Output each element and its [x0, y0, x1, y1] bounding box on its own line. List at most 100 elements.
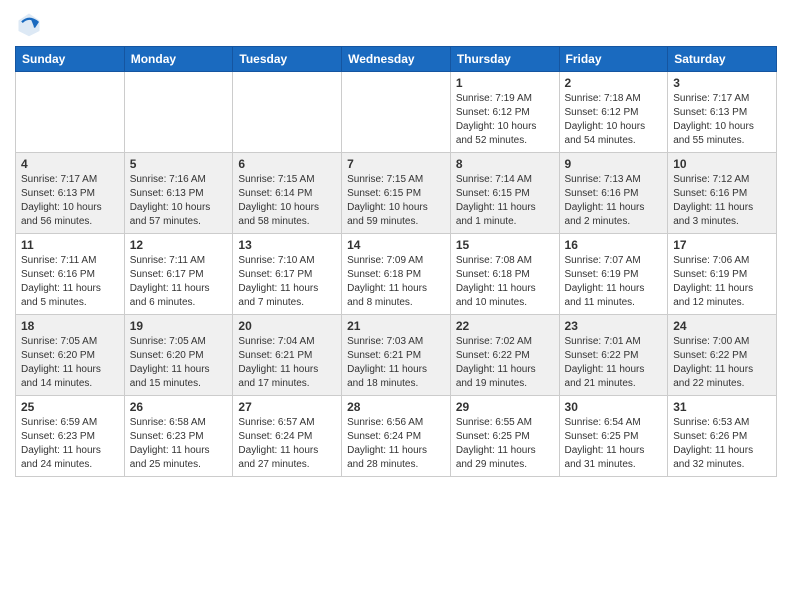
calendar-cell: 19 Sunrise: 7:05 AM Sunset: 6:20 PM Dayli…: [124, 315, 233, 396]
calendar-cell: 10 Sunrise: 7:12 AM Sunset: 6:16 PM Dayli…: [668, 153, 777, 234]
day-info: Sunrise: 7:05 AM Sunset: 6:20 PM Dayligh…: [21, 335, 119, 391]
day-info: Sunrise: 7:04 AM Sunset: 6:21 PM Dayligh…: [238, 335, 336, 391]
calendar-cell: 23Sunrise: 7:01 AM Sunset: 6:22 PM Dayli…: [559, 315, 668, 396]
day-info: Sunrise: 7:02 AM Sunset: 6:22 PM Dayligh…: [456, 335, 554, 391]
calendar-cell: 8 Sunrise: 7:14 AM Sunset: 6:15 PM Daylig…: [450, 153, 559, 234]
header: [15, 10, 777, 38]
day-number: 5: [130, 157, 228, 171]
day-number: 23: [565, 319, 663, 333]
calendar-cell: 21 Sunrise: 7:03 AM Sunset: 6:21 PM Dayli…: [342, 315, 451, 396]
logo: [15, 10, 47, 38]
day-info: Sunrise: 7:09 AM Sunset: 6:18 PM Dayligh…: [347, 254, 445, 310]
day-info: Sunrise: 7:10 AM Sunset: 6:17 PM Dayligh…: [238, 254, 336, 310]
calendar-cell: 13 Sunrise: 7:10 AM Sunset: 6:17 PM Dayli…: [233, 234, 342, 315]
calendar-header: SundayMondayTuesdayWednesdayThursdayFrid…: [16, 47, 777, 72]
day-info: Sunrise: 7:07 AM Sunset: 6:19 PM Dayligh…: [565, 254, 663, 310]
day-number: 24: [673, 319, 771, 333]
calendar-cell: 7Sunrise: 7:15 AM Sunset: 6:15 PM Daylig…: [342, 153, 451, 234]
week-row-1: 1 Sunrise: 7:19 AM Sunset: 6:12 PM Daylig…: [16, 72, 777, 153]
day-number: 12: [130, 238, 228, 252]
day-info: Sunrise: 7:05 AM Sunset: 6:20 PM Dayligh…: [130, 335, 228, 391]
day-number: 19: [130, 319, 228, 333]
calendar-cell: 16Sunrise: 7:07 AM Sunset: 6:19 PM Dayli…: [559, 234, 668, 315]
day-number: 17: [673, 238, 771, 252]
day-number: 8: [456, 157, 554, 171]
calendar-cell: 17 Sunrise: 7:06 AM Sunset: 6:19 PM Dayli…: [668, 234, 777, 315]
calendar-cell: 24 Sunrise: 7:00 AM Sunset: 6:22 PM Dayli…: [668, 315, 777, 396]
day-info: Sunrise: 6:55 AM Sunset: 6:25 PM Dayligh…: [456, 416, 554, 472]
day-number: 14: [347, 238, 445, 252]
day-number: 9: [565, 157, 663, 171]
day-header-friday: Friday: [559, 47, 668, 72]
day-header-saturday: Saturday: [668, 47, 777, 72]
calendar-cell: 18 Sunrise: 7:05 AM Sunset: 6:20 PM Dayli…: [16, 315, 125, 396]
day-number: 28: [347, 400, 445, 414]
day-info: Sunrise: 6:59 AM Sunset: 6:23 PM Dayligh…: [21, 416, 119, 472]
day-number: 30: [565, 400, 663, 414]
day-info: Sunrise: 7:15 AM Sunset: 6:15 PM Dayligh…: [347, 173, 445, 229]
day-number: 6: [238, 157, 336, 171]
calendar-cell: 28 Sunrise: 6:56 AM Sunset: 6:24 PM Dayli…: [342, 396, 451, 477]
day-number: 11: [21, 238, 119, 252]
calendar-cell: 6 Sunrise: 7:15 AM Sunset: 6:14 PM Daylig…: [233, 153, 342, 234]
day-number: 18: [21, 319, 119, 333]
day-number: 31: [673, 400, 771, 414]
day-info: Sunrise: 6:56 AM Sunset: 6:24 PM Dayligh…: [347, 416, 445, 472]
day-info: Sunrise: 7:13 AM Sunset: 6:16 PM Dayligh…: [565, 173, 663, 229]
calendar-cell: 2Sunrise: 7:18 AM Sunset: 6:12 PM Daylig…: [559, 72, 668, 153]
calendar-cell: [16, 72, 125, 153]
day-number: 3: [673, 76, 771, 90]
day-info: Sunrise: 7:03 AM Sunset: 6:21 PM Dayligh…: [347, 335, 445, 391]
calendar-cell: 5Sunrise: 7:16 AM Sunset: 6:13 PM Daylig…: [124, 153, 233, 234]
day-info: Sunrise: 7:11 AM Sunset: 6:16 PM Dayligh…: [21, 254, 119, 310]
day-header-sunday: Sunday: [16, 47, 125, 72]
calendar-cell: [124, 72, 233, 153]
calendar: SundayMondayTuesdayWednesdayThursdayFrid…: [15, 46, 777, 477]
day-info: Sunrise: 7:17 AM Sunset: 6:13 PM Dayligh…: [21, 173, 119, 229]
day-number: 27: [238, 400, 336, 414]
day-info: Sunrise: 7:17 AM Sunset: 6:13 PM Dayligh…: [673, 92, 771, 148]
day-number: 20: [238, 319, 336, 333]
day-header-monday: Monday: [124, 47, 233, 72]
day-info: Sunrise: 7:14 AM Sunset: 6:15 PM Dayligh…: [456, 173, 554, 229]
day-header-wednesday: Wednesday: [342, 47, 451, 72]
calendar-cell: 29 Sunrise: 6:55 AM Sunset: 6:25 PM Dayli…: [450, 396, 559, 477]
day-info: Sunrise: 6:53 AM Sunset: 6:26 PM Dayligh…: [673, 416, 771, 472]
day-info: Sunrise: 7:12 AM Sunset: 6:16 PM Dayligh…: [673, 173, 771, 229]
day-header-thursday: Thursday: [450, 47, 559, 72]
day-info: Sunrise: 7:19 AM Sunset: 6:12 PM Dayligh…: [456, 92, 554, 148]
calendar-cell: 26 Sunrise: 6:58 AM Sunset: 6:23 PM Dayli…: [124, 396, 233, 477]
day-info: Sunrise: 7:06 AM Sunset: 6:19 PM Dayligh…: [673, 254, 771, 310]
day-number: 10: [673, 157, 771, 171]
day-number: 13: [238, 238, 336, 252]
week-row-3: 11 Sunrise: 7:11 AM Sunset: 6:16 PM Dayli…: [16, 234, 777, 315]
day-info: Sunrise: 6:54 AM Sunset: 6:25 PM Dayligh…: [565, 416, 663, 472]
calendar-cell: 12Sunrise: 7:11 AM Sunset: 6:17 PM Dayli…: [124, 234, 233, 315]
day-number: 15: [456, 238, 554, 252]
header-row: SundayMondayTuesdayWednesdayThursdayFrid…: [16, 47, 777, 72]
day-number: 4: [21, 157, 119, 171]
calendar-cell: 4 Sunrise: 7:17 AM Sunset: 6:13 PM Daylig…: [16, 153, 125, 234]
day-info: Sunrise: 7:15 AM Sunset: 6:14 PM Dayligh…: [238, 173, 336, 229]
calendar-cell: 22 Sunrise: 7:02 AM Sunset: 6:22 PM Dayli…: [450, 315, 559, 396]
day-number: 1: [456, 76, 554, 90]
calendar-cell: 1 Sunrise: 7:19 AM Sunset: 6:12 PM Daylig…: [450, 72, 559, 153]
calendar-cell: 9 Sunrise: 7:13 AM Sunset: 6:16 PM Daylig…: [559, 153, 668, 234]
day-number: 26: [130, 400, 228, 414]
calendar-cell: [342, 72, 451, 153]
day-number: 22: [456, 319, 554, 333]
day-number: 29: [456, 400, 554, 414]
calendar-cell: 15Sunrise: 7:08 AM Sunset: 6:18 PM Dayli…: [450, 234, 559, 315]
day-info: Sunrise: 6:58 AM Sunset: 6:23 PM Dayligh…: [130, 416, 228, 472]
calendar-cell: 31 Sunrise: 6:53 AM Sunset: 6:26 PM Dayli…: [668, 396, 777, 477]
day-number: 2: [565, 76, 663, 90]
calendar-cell: 11 Sunrise: 7:11 AM Sunset: 6:16 PM Dayli…: [16, 234, 125, 315]
calendar-cell: 25 Sunrise: 6:59 AM Sunset: 6:23 PM Dayli…: [16, 396, 125, 477]
day-number: 25: [21, 400, 119, 414]
calendar-cell: 14 Sunrise: 7:09 AM Sunset: 6:18 PM Dayli…: [342, 234, 451, 315]
day-number: 21: [347, 319, 445, 333]
day-info: Sunrise: 7:00 AM Sunset: 6:22 PM Dayligh…: [673, 335, 771, 391]
calendar-cell: 20 Sunrise: 7:04 AM Sunset: 6:21 PM Dayli…: [233, 315, 342, 396]
week-row-5: 25 Sunrise: 6:59 AM Sunset: 6:23 PM Dayli…: [16, 396, 777, 477]
calendar-cell: 3 Sunrise: 7:17 AM Sunset: 6:13 PM Daylig…: [668, 72, 777, 153]
